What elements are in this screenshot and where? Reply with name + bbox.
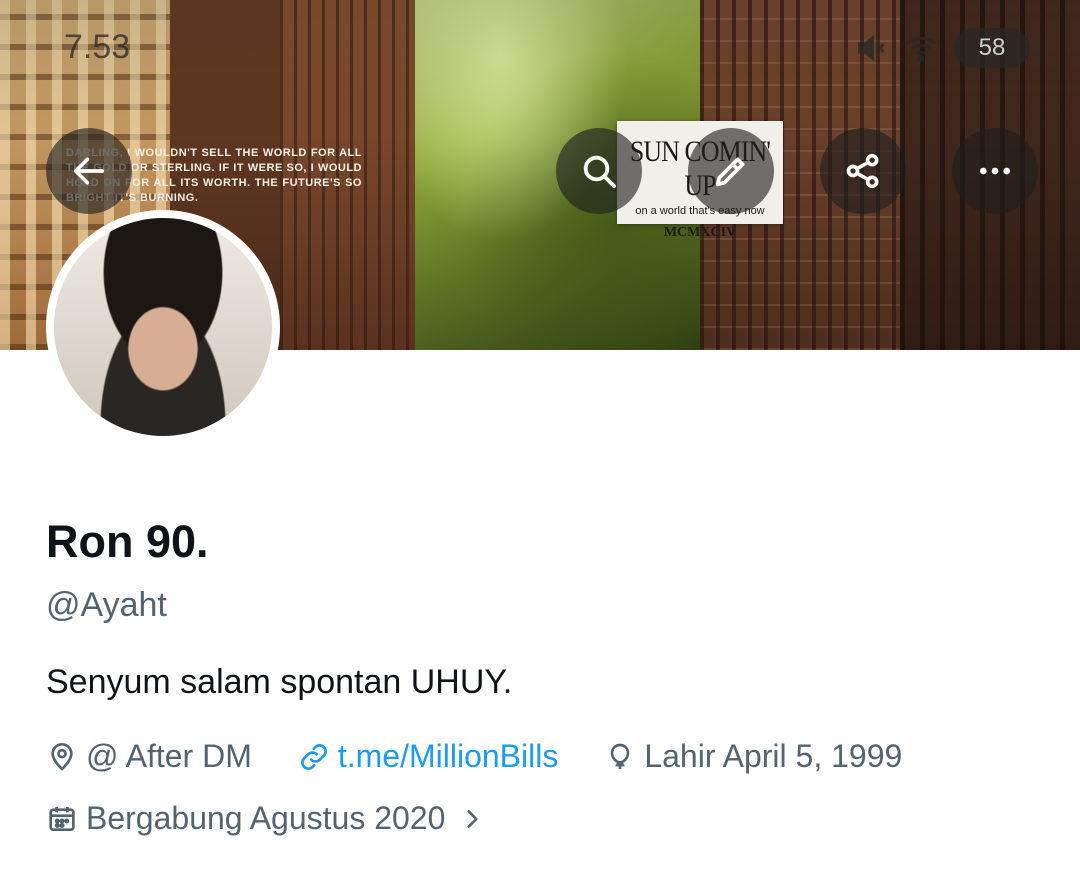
location-item: @ After DM — [46, 738, 252, 775]
battery-indicator: 58 — [954, 28, 1030, 68]
search-icon — [579, 151, 619, 191]
joined-row[interactable]: Bergabung Agustus 2020 — [46, 800, 493, 837]
more-options-button[interactable] — [952, 128, 1038, 214]
arrow-left-icon — [69, 151, 109, 191]
profile-meta-row: @ After DM t.me/MillionBills Lahir April… — [46, 738, 948, 775]
balloon-icon — [604, 741, 644, 773]
joined-item[interactable]: Bergabung Agustus 2020 — [46, 800, 493, 837]
joined-text: Bergabung Agustus 2020 — [86, 800, 446, 836]
location-pin-icon — [46, 741, 86, 773]
sticker-year: MCMXCIV — [663, 225, 737, 240]
mute-icon — [854, 31, 888, 65]
wifi-icon — [902, 31, 940, 65]
profile-bio: Senyum salam spontan UHUY. — [46, 663, 513, 701]
chevron-right-icon — [459, 804, 493, 834]
avatar-image — [54, 218, 272, 436]
link-icon — [298, 741, 338, 773]
share-icon — [843, 151, 883, 191]
share-button[interactable] — [820, 128, 906, 214]
website-link[interactable]: t.me/MillionBills — [298, 738, 558, 775]
avatar[interactable] — [46, 210, 280, 444]
status-time: 7.53 — [64, 28, 131, 66]
search-button[interactable] — [556, 128, 642, 214]
status-icons: 58 — [854, 28, 1030, 68]
more-dots-icon — [975, 151, 1015, 191]
pencil-icon — [711, 151, 751, 191]
sticker-subtitle: on a world that's easy now — [635, 205, 765, 217]
birthday-item: Lahir April 5, 1999 — [604, 738, 902, 775]
display-name: Ron 90. — [46, 516, 209, 567]
location-text: @ After DM — [86, 738, 252, 774]
website-link-text[interactable]: t.me/MillionBills — [338, 738, 558, 775]
edit-button[interactable] — [688, 128, 774, 214]
birthday-text: Lahir April 5, 1999 — [644, 738, 903, 774]
back-button[interactable] — [46, 128, 132, 214]
username-handle: @Ayaht — [46, 586, 167, 624]
calendar-icon — [46, 803, 86, 835]
